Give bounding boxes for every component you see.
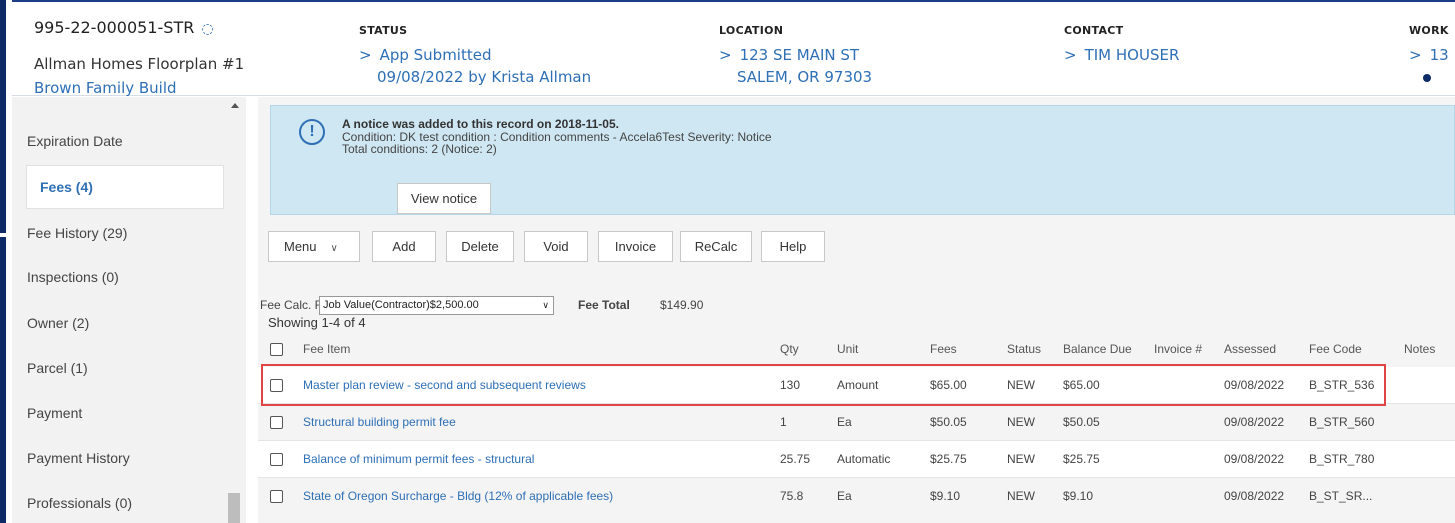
fees-panel: ! A notice was added to this record on 2… <box>258 97 1455 523</box>
chevron-right-icon: > <box>1064 46 1077 64</box>
help-button[interactable]: Help <box>761 231 825 262</box>
sidebar-scrollbar[interactable] <box>226 97 244 523</box>
col-assessed[interactable]: Assessed <box>1224 342 1276 356</box>
table-row[interactable]: Balance of minimum permit fees - structu… <box>258 441 1455 477</box>
chevron-down-icon: ∨ <box>542 300 549 310</box>
sidebar-item-payment[interactable]: Payment <box>12 391 224 435</box>
fee-total-label: Fee Total <box>578 298 630 312</box>
info-icon: ! <box>299 119 325 145</box>
status-column: STATUS > App Submitted 09/08/2022 by Kris… <box>359 24 592 86</box>
sidebar-item-fee-history[interactable]: Fee History (29) <box>12 211 224 255</box>
chevron-right-icon: > <box>1409 46 1422 64</box>
sidebar-item-inspections[interactable]: Inspections (0) <box>12 255 224 299</box>
recalc-button[interactable]: ReCalc <box>680 231 752 262</box>
menu-dropdown[interactable]: Menu ∨ <box>268 231 360 262</box>
sidebar-item-expiration-date[interactable]: Expiration Date <box>12 119 224 163</box>
refresh-icon[interactable]: ◌ <box>201 21 213 37</box>
sidebar-item-owner[interactable]: Owner (2) <box>12 301 224 345</box>
sidebar-item-parcel[interactable]: Parcel (1) <box>12 346 224 390</box>
fee-item-link[interactable]: Master plan review - second and subseque… <box>303 378 586 392</box>
col-invoice[interactable]: Invoice # <box>1154 342 1202 356</box>
table-row[interactable]: Structural building permit fee 1 Ea $50.… <box>258 404 1455 440</box>
fee-total-value: $149.90 <box>660 298 704 312</box>
sidebar: Expiration Date Fees (4) Fee History (29… <box>12 97 246 523</box>
contact-link[interactable]: > TIM HOUSER <box>1064 46 1179 64</box>
view-notice-button[interactable]: View notice <box>397 183 491 214</box>
add-button[interactable]: Add <box>372 231 436 262</box>
table-row[interactable]: Master plan review - second and subseque… <box>258 367 1455 403</box>
col-qty[interactable]: Qty <box>780 342 799 356</box>
sidebar-item-professionals[interactable]: Professionals (0) <box>12 481 224 523</box>
scrollbar-thumb[interactable] <box>228 493 240 523</box>
contact-column: CONTACT > TIM HOUSER <box>1064 24 1180 64</box>
table-row[interactable]: State of Oregon Surcharge - Bldg (12% of… <box>258 478 1455 514</box>
record-header: 995-22-000051-STR ◌ Allman Homes Floorpl… <box>12 0 1455 97</box>
col-unit[interactable]: Unit <box>837 342 858 356</box>
record-id: 995-22-000051-STR ◌ <box>34 18 214 37</box>
location-column: LOCATION >123 SE MAIN ST SALEM, OR 97303 <box>719 24 873 86</box>
col-fees[interactable]: Fees <box>930 342 957 356</box>
record-sub-link[interactable]: Brown Family Build <box>34 79 177 97</box>
record-name: Allman Homes Floorplan #1 <box>34 55 245 73</box>
invoice-button[interactable]: Invoice <box>598 231 673 262</box>
chevron-down-icon: ∨ <box>330 243 338 254</box>
row-checkbox[interactable] <box>270 453 283 466</box>
location-link[interactable]: >123 SE MAIN ST <box>719 46 872 64</box>
select-all-checkbox[interactable] <box>270 343 283 356</box>
sidebar-item-payment-history[interactable]: Payment History <box>12 436 224 480</box>
sidebar-item-fees[interactable]: Fees (4) <box>26 165 224 209</box>
delete-button[interactable]: Delete <box>446 231 514 262</box>
row-checkbox[interactable] <box>270 490 283 503</box>
col-fee-code[interactable]: Fee Code <box>1309 342 1362 356</box>
scroll-up-icon[interactable] <box>231 103 239 108</box>
row-checkbox[interactable] <box>270 416 283 429</box>
work-column: WORK >13 <box>1409 24 1449 86</box>
fee-item-link[interactable]: Structural building permit fee <box>303 415 456 429</box>
chevron-right-icon: > <box>719 46 732 64</box>
row-checkbox[interactable] <box>270 379 283 392</box>
fee-calc-factor-select[interactable]: Job Value(Contractor)$2,500.00 ∨ <box>319 296 554 315</box>
col-balance-due[interactable]: Balance Due <box>1063 342 1132 356</box>
status-link[interactable]: > App Submitted <box>359 46 591 64</box>
col-status[interactable]: Status <box>1007 342 1041 356</box>
showing-count: Showing 1-4 of 4 <box>268 315 366 330</box>
fee-item-link[interactable]: Balance of minimum permit fees - structu… <box>303 452 534 466</box>
status-dot-icon <box>1423 74 1431 82</box>
void-button[interactable]: Void <box>524 231 588 262</box>
fee-item-link[interactable]: State of Oregon Surcharge - Bldg (12% of… <box>303 489 613 503</box>
notice-banner: ! A notice was added to this record on 2… <box>270 105 1455 215</box>
chevron-right-icon: > <box>359 46 372 64</box>
col-notes[interactable]: Notes <box>1404 342 1435 356</box>
work-link[interactable]: >13 <box>1409 46 1449 64</box>
col-fee-item[interactable]: Fee Item <box>303 342 350 356</box>
